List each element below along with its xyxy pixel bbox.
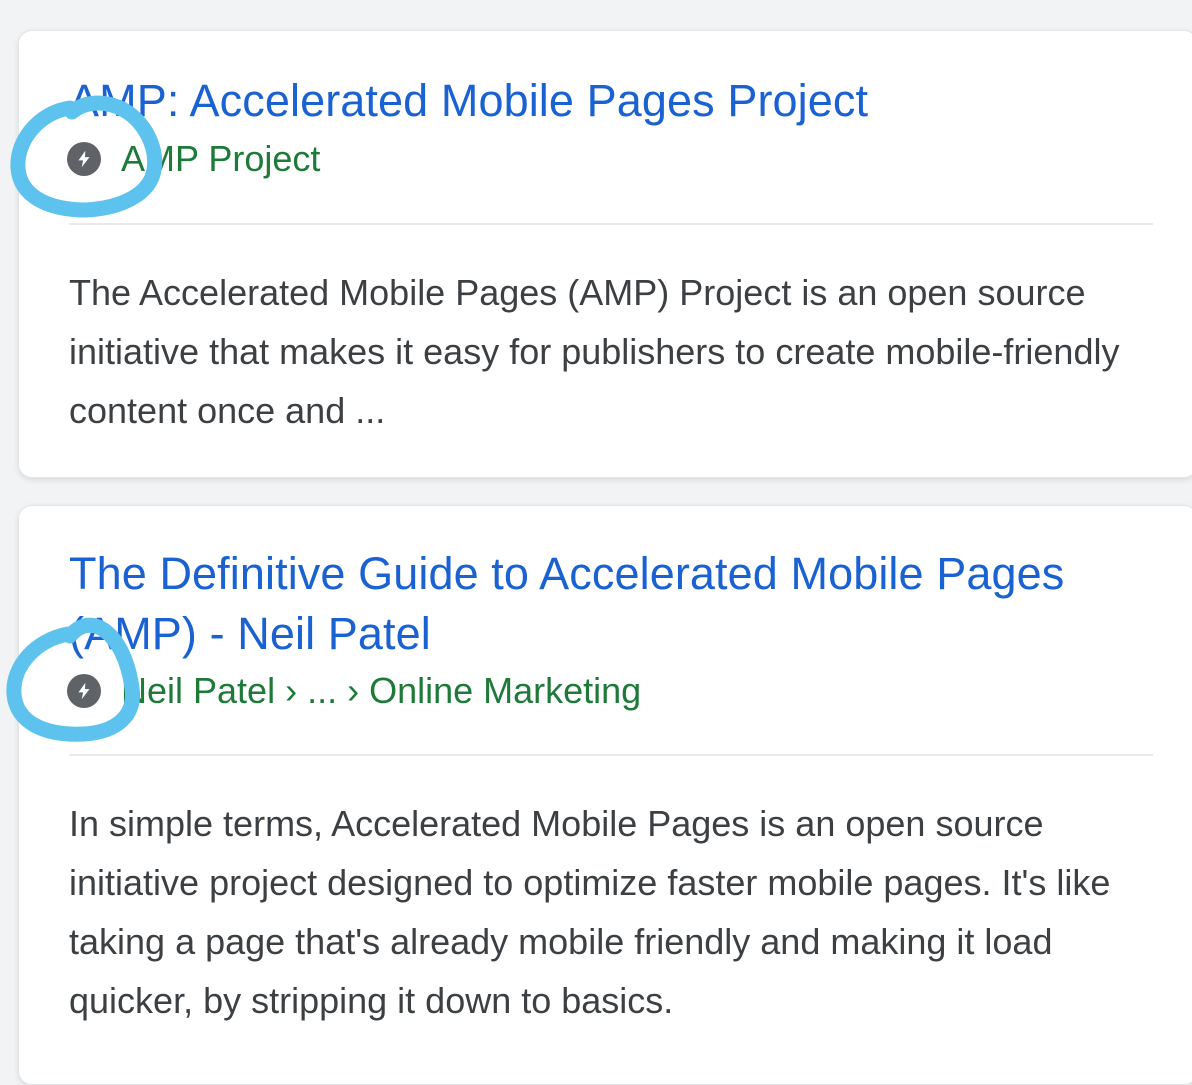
result-title-link[interactable]: The Definitive Guide to Accelerated Mobi… (69, 544, 1149, 664)
result-divider (69, 223, 1153, 225)
result-url-breadcrumb: AMP Project (121, 138, 321, 179)
result-url-row[interactable]: Neil Patel › ... › Online Marketing (67, 666, 641, 716)
search-result-card[interactable]: The Definitive Guide to Accelerated Mobi… (18, 505, 1192, 1085)
result-divider (69, 754, 1153, 756)
result-snippet: In simple terms, Accelerated Mobile Page… (69, 803, 1111, 1021)
result-title-link[interactable]: AMP: Accelerated Mobile Pages Project (69, 71, 1149, 131)
amp-bolt-icon (67, 142, 101, 176)
result-snippet: The Accelerated Mobile Pages (AMP) Proje… (69, 272, 1120, 431)
result-url-row[interactable]: AMP Project (67, 134, 320, 184)
search-result-card[interactable]: AMP: Accelerated Mobile Pages Project AM… (18, 30, 1192, 478)
amp-bolt-icon (67, 674, 101, 708)
result-url-breadcrumb: Neil Patel › ... › Online Marketing (121, 670, 642, 711)
